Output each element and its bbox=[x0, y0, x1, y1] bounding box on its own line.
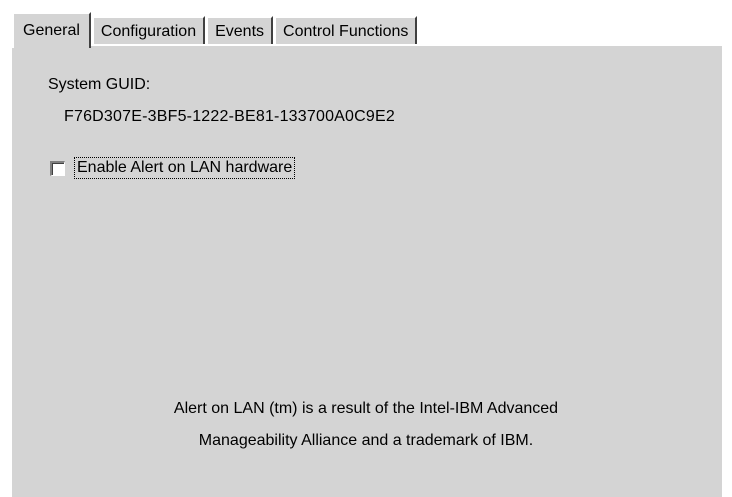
trademark-note-line-2: Manageability Alliance and a trademark o… bbox=[198, 432, 534, 449]
general-tab-panel: System GUID: F76D307E-3BF5-1222-BE81-133… bbox=[10, 44, 722, 497]
right-margin bbox=[722, 0, 732, 497]
system-guid-label: System GUID: bbox=[48, 76, 151, 93]
tab-configuration[interactable]: Configuration bbox=[91, 16, 206, 46]
tab-control-functions-label: Control Functions bbox=[283, 23, 409, 40]
tab-events-label: Events bbox=[215, 23, 265, 40]
trademark-note-line-1: Alert on LAN (tm) is a result of the Int… bbox=[173, 400, 559, 417]
enable-alert-on-lan-label[interactable]: Enable Alert on LAN hardware bbox=[73, 157, 296, 179]
system-guid-value: F76D307E-3BF5-1222-BE81-133700A0C9E2 bbox=[64, 108, 395, 125]
tab-events[interactable]: Events bbox=[206, 16, 274, 46]
tab-general[interactable]: General bbox=[12, 12, 91, 48]
enable-alert-on-lan-checkbox-row[interactable]: Enable Alert on LAN hardware bbox=[50, 157, 296, 179]
properties-dialog: General Configuration Events Control Fun… bbox=[0, 0, 732, 497]
tab-control-functions[interactable]: Control Functions bbox=[274, 16, 418, 46]
left-margin bbox=[0, 0, 10, 497]
enable-alert-on-lan-checkbox[interactable] bbox=[50, 160, 65, 176]
tab-strip: General Configuration Events Control Fun… bbox=[12, 10, 418, 48]
tab-configuration-label: Configuration bbox=[100, 23, 197, 40]
tab-general-label: General bbox=[23, 22, 80, 39]
